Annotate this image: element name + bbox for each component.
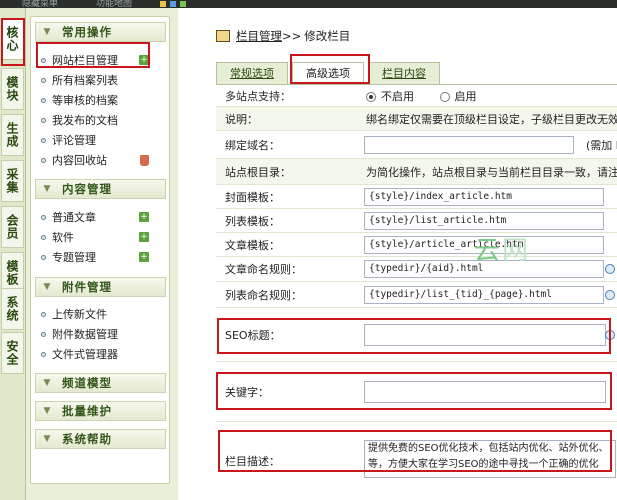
bullet-icon <box>41 351 46 357</box>
sidebar-item-all-archives[interactable]: 所有档案列表 <box>41 72 165 88</box>
highlight-box <box>36 42 150 68</box>
bullet-icon <box>41 77 46 83</box>
row-list-template: 列表模板： {style}/list_article.htm <box>216 209 617 233</box>
list-naming-input[interactable]: {typedir}/list_{tid}_{page}.html <box>364 286 604 304</box>
plus-icon[interactable]: + <box>139 252 149 262</box>
chevron-down-icon: ▼ <box>43 434 51 444</box>
chevron-down-icon: ▼ <box>43 282 51 292</box>
row-domain: 绑定域名： (需加 h <box>216 131 617 159</box>
chevron-down-icon: ▼ <box>43 406 51 416</box>
chevron-down-icon: ▼ <box>43 378 51 388</box>
bullet-icon <box>41 311 46 317</box>
plus-icon[interactable]: + <box>139 232 149 242</box>
highlight-box <box>1 18 25 66</box>
section-content-manage[interactable]: ▼ 内容管理 <box>35 179 166 199</box>
domain-input[interactable] <box>364 136 574 154</box>
trash-icon[interactable] <box>140 154 149 166</box>
section-attachments[interactable]: ▼ 附件管理 <box>35 277 166 297</box>
row-article-template: 文章模板： {style}/article_article.htm <box>216 233 617 257</box>
row-article-naming: 文章命名规则： {typedir}/{aid}.html <box>216 257 617 282</box>
list-template-input[interactable]: {style}/list_article.htm <box>364 212 604 230</box>
row-cover-template: 封面模板： {style}/index_article.htm <box>216 185 617 209</box>
toolbar-icon[interactable] <box>170 1 176 7</box>
sidebar-item-comments[interactable]: 评论管理 <box>41 132 165 148</box>
sidebar-item-articles[interactable]: 普通文章 + <box>41 209 165 225</box>
vtab-security[interactable]: 安全 <box>1 332 24 374</box>
sidebar-item-topics[interactable]: 专题管理 + <box>41 249 165 265</box>
highlight-box <box>217 318 611 354</box>
vtab-modules[interactable]: 模块 <box>1 68 24 110</box>
vtab-collect[interactable]: 采集 <box>1 160 24 202</box>
breadcrumb-link[interactable]: 栏目管理 <box>236 28 282 44</box>
toolbar-icon[interactable] <box>180 1 186 7</box>
sidebar-item-software[interactable]: 软件 + <box>41 229 165 245</box>
bullet-icon <box>41 254 46 260</box>
row-site-root: 站点根目录： 为简化操作，站点根目录与当前栏目目录一致，请注 <box>216 159 617 185</box>
sidebar-item-upload[interactable]: 上传新文件 <box>41 306 165 322</box>
section-batch-maintain[interactable]: ▼ 批量维护 <box>35 401 166 421</box>
cover-template-input[interactable]: {style}/index_article.htm <box>364 188 604 206</box>
radio-disabled[interactable] <box>366 91 376 102</box>
bullet-icon <box>41 97 46 103</box>
plus-icon[interactable]: + <box>139 212 149 222</box>
bullet-icon <box>41 117 46 123</box>
sidebar-item-file-manager[interactable]: 文件式管理器 <box>41 346 165 362</box>
help-icon[interactable] <box>605 290 615 300</box>
tab-column-content[interactable]: 栏目内容 <box>368 62 440 84</box>
bullet-icon <box>41 234 46 240</box>
chevron-down-icon: ▼ <box>43 184 51 194</box>
breadcrumb: 栏目管理 >> 修改栏目 <box>216 28 350 44</box>
bullet-icon <box>41 331 46 337</box>
vtab-generate[interactable]: 生成 <box>1 114 24 156</box>
section-common-ops[interactable]: ▼ 常用操作 <box>35 22 166 42</box>
bullet-icon <box>41 137 46 143</box>
highlight-box <box>216 372 612 410</box>
sidebar-item-pending[interactable]: 等审核的档案 <box>41 92 165 108</box>
section-channel-model[interactable]: ▼ 频道模型 <box>35 373 166 393</box>
breadcrumb-current: 修改栏目 <box>304 29 351 43</box>
chevron-down-icon: ▼ <box>43 27 51 37</box>
main-panel: 栏目管理 >> 修改栏目 常规选项 高级选项 栏目内容 多站点支持： 不启用 启… <box>178 8 617 500</box>
bullet-icon <box>41 157 46 163</box>
row-note: 说明： 绑名绑定仅需要在顶级栏目设定，子级栏目更改无效 <box>216 107 617 131</box>
row-list-naming: 列表命名规则： {typedir}/list_{tid}_{page}.html <box>216 282 617 308</box>
row-multisite: 多站点支持： 不启用 启用 <box>216 85 617 107</box>
section-system-help[interactable]: ▼ 系统帮助 <box>35 429 166 449</box>
function-map-link[interactable]: 功能地图 <box>96 0 132 8</box>
sidebar-item-recycle[interactable]: 内容回收站 <box>41 152 165 168</box>
highlight-box <box>218 430 612 472</box>
sidebar-item-attach-data[interactable]: 附件数据管理 <box>41 326 165 342</box>
hide-menu-link[interactable]: 隐藏菜单 <box>22 0 58 8</box>
watermark: 云网 <box>474 236 531 266</box>
highlight-box <box>290 54 370 84</box>
bullet-icon <box>41 214 46 220</box>
sidebar: ▼ 常用操作 网站栏目管理 + 所有档案列表 等审核的档案 我发布的文档 评论管… <box>30 16 170 484</box>
book-icon <box>216 30 230 42</box>
help-icon[interactable] <box>605 264 615 274</box>
vtab-system[interactable]: 系统 <box>1 288 24 330</box>
top-toolbar: 隐藏菜单 功能地图 <box>0 0 617 8</box>
toolbar-icon[interactable] <box>160 1 166 7</box>
tab-general[interactable]: 常规选项 <box>216 62 288 84</box>
sidebar-item-my-docs[interactable]: 我发布的文档 <box>41 112 165 128</box>
category-tabs: 核心 模块 生成 采集 会员 模板 系统 安全 <box>0 8 26 500</box>
vtab-members[interactable]: 会员 <box>1 206 24 248</box>
radio-enabled[interactable] <box>439 91 450 102</box>
